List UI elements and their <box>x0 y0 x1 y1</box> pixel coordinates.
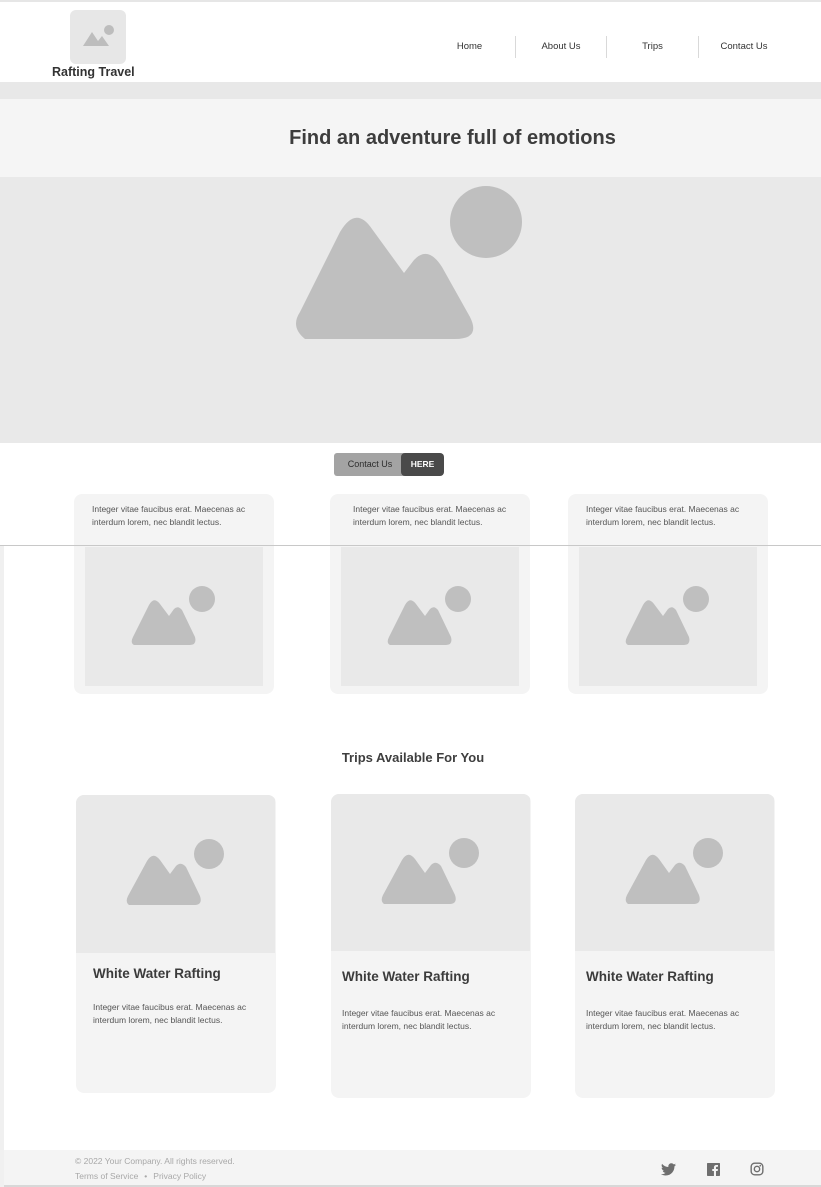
image-placeholder-icon <box>387 585 471 645</box>
image-placeholder-icon <box>83 25 114 46</box>
hero-image <box>0 177 821 443</box>
trip-image <box>76 795 275 953</box>
trip-title[interactable]: White Water Rafting <box>93 966 221 981</box>
trip-description: Integer vitae faucibus erat. Maecenas ac… <box>586 1008 740 1031</box>
trip-description: Integer vitae faucibus erat. Maecenas ac… <box>93 1002 247 1025</box>
image-placeholder-icon <box>381 837 479 904</box>
nav-trips[interactable]: Trips <box>607 36 698 58</box>
trip-title[interactable]: White Water Rafting <box>586 969 714 984</box>
hero-title: Find an adventure full of emotions <box>289 126 616 149</box>
feature-card: Integer vitae faucibus erat. Maecenas ac… <box>568 494 768 694</box>
terms-of-service-link[interactable]: Terms of Service <box>75 1171 138 1181</box>
trip-image <box>575 794 774 951</box>
logo-text[interactable]: Rafting Travel <box>52 65 135 79</box>
twitter-icon[interactable] <box>660 1161 676 1177</box>
image-placeholder-icon <box>625 837 723 904</box>
contact-cta[interactable]: Contact Us HERE <box>334 453 444 476</box>
trip-description: Integer vitae faucibus erat. Maecenas ac… <box>342 1008 496 1031</box>
feature-card: Integer vitae faucibus erat. Maecenas ac… <box>330 494 530 694</box>
trip-card[interactable]: White Water Rafting Integer vitae faucib… <box>331 794 531 1098</box>
feature-image <box>579 547 757 686</box>
privacy-policy-link[interactable]: Privacy Policy <box>153 1171 206 1181</box>
main-nav: Home About Us Trips Contact Us <box>424 36 789 58</box>
image-placeholder-icon <box>131 585 215 645</box>
page-left-edge <box>0 546 4 1187</box>
trip-title[interactable]: White Water Rafting <box>342 969 470 984</box>
hero-top-strip <box>0 82 821 99</box>
trips-section-title: Trips Available For You <box>341 750 485 765</box>
facebook-icon[interactable] <box>705 1161 721 1177</box>
feature-image <box>341 547 519 686</box>
image-placeholder-icon <box>126 839 224 905</box>
copyright-text: © 2022 Your Company. All rights reserved… <box>75 1156 235 1166</box>
trip-image <box>331 794 530 951</box>
nav-about-us[interactable]: About Us <box>516 36 606 58</box>
hero-title-band: Find an adventure full of emotions <box>0 99 821 177</box>
link-separator: • <box>144 1171 148 1181</box>
section-divider <box>0 545 821 546</box>
feature-text: Integer vitae faucibus erat. Maecenas ac… <box>353 504 507 527</box>
image-placeholder-icon <box>296 186 522 339</box>
instagram-icon[interactable] <box>749 1161 765 1177</box>
here-button[interactable]: HERE <box>401 453 444 476</box>
nav-home[interactable]: Home <box>424 36 515 58</box>
feature-image <box>85 547 263 686</box>
image-placeholder-icon <box>625 585 709 645</box>
feature-card: Integer vitae faucibus erat. Maecenas ac… <box>74 494 274 694</box>
trip-card[interactable]: White Water Rafting Integer vitae faucib… <box>76 795 276 1093</box>
site-header: Rafting Travel Home About Us Trips Conta… <box>0 0 821 82</box>
nav-contact-us[interactable]: Contact Us <box>699 36 789 58</box>
logo-image[interactable] <box>70 10 126 64</box>
footer-links: Terms of Service • Privacy Policy <box>75 1171 206 1181</box>
trip-card[interactable]: White Water Rafting Integer vitae faucib… <box>575 794 775 1098</box>
feature-text: Integer vitae faucibus erat. Maecenas ac… <box>92 504 246 527</box>
site-footer: © 2022 Your Company. All rights reserved… <box>4 1150 821 1187</box>
feature-text: Integer vitae faucibus erat. Maecenas ac… <box>586 504 740 527</box>
